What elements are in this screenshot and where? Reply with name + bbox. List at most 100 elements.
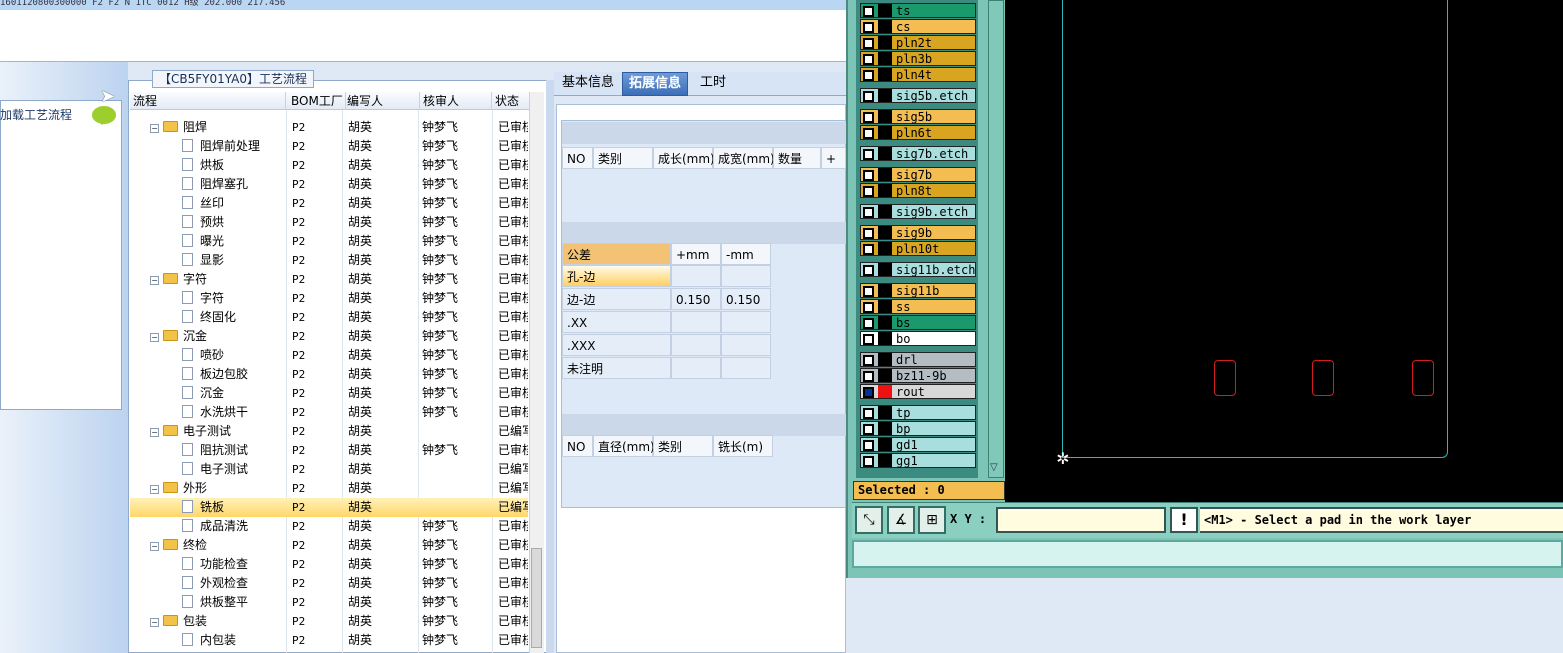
layer-checkbox[interactable] — [863, 355, 874, 366]
tolerance-plus-value[interactable] — [671, 357, 721, 379]
grid1-header-length[interactable]: 成长(mm) — [653, 147, 715, 169]
tolerance-plus-value[interactable] — [671, 334, 721, 356]
layer-color-swatch[interactable] — [878, 226, 892, 239]
layer-item[interactable]: sig11b — [860, 283, 976, 298]
layer-color-swatch[interactable] — [878, 20, 892, 33]
tree-row[interactable]: 曝光 P2 胡英 钟梦飞 已审核 — [130, 232, 528, 251]
tolerance-minus-value[interactable] — [721, 357, 771, 379]
layer-checkbox[interactable] — [863, 265, 874, 276]
layer-color-swatch[interactable] — [878, 385, 892, 398]
tolerance-row-label[interactable]: 未注明 — [562, 357, 671, 379]
tree-row[interactable]: 预烘 P2 胡英 钟梦飞 已审核 — [130, 213, 528, 232]
layer-checkbox[interactable] — [863, 387, 874, 398]
layer-item[interactable]: sig7b — [860, 167, 976, 182]
layer-item[interactable]: sig9b.etch — [860, 204, 976, 219]
layer-color-swatch[interactable] — [878, 184, 892, 197]
layer-checkbox[interactable] — [863, 54, 874, 65]
layer-item[interactable]: bp — [860, 421, 976, 436]
top-grid-selected-row[interactable]: 1601120800300000 F2 F2 N 1TC 0012 H级 202… — [0, 0, 850, 10]
grid1-header-width[interactable]: 成宽(mm) — [713, 147, 775, 169]
layer-item[interactable]: bo — [860, 331, 976, 346]
tree-row[interactable]: −电子测试 P2 胡英 已编写 — [130, 422, 528, 441]
layer-checkbox[interactable] — [863, 170, 874, 181]
layer-color-swatch[interactable] — [878, 68, 892, 81]
layer-color-swatch[interactable] — [878, 316, 892, 329]
tolerance-minus-value[interactable] — [721, 311, 771, 333]
layer-color-swatch[interactable] — [878, 126, 892, 139]
layer-checkbox[interactable] — [863, 408, 874, 419]
col-header-status[interactable]: 状态 — [492, 92, 532, 110]
tab-basic-info[interactable]: 基本信息 — [556, 72, 620, 96]
layer-item[interactable]: drl — [860, 352, 976, 367]
layer-color-swatch[interactable] — [878, 332, 892, 345]
tolerance-minus-value[interactable] — [721, 265, 771, 287]
tab-extended-info[interactable]: 拓展信息 — [622, 72, 689, 96]
tree-row[interactable]: 功能检查 P2 胡英 钟梦飞 已审核 — [130, 555, 528, 574]
layer-color-swatch[interactable] — [878, 4, 892, 17]
tolerance-minus-value[interactable]: 0.150 — [721, 288, 771, 310]
layer-color-swatch[interactable] — [878, 242, 892, 255]
layer-checkbox[interactable] — [863, 424, 874, 435]
layer-checkbox[interactable] — [863, 70, 874, 81]
layer-color-swatch[interactable] — [878, 454, 892, 467]
layer-checkbox[interactable] — [863, 244, 874, 255]
expand-icon[interactable]: − — [150, 428, 159, 437]
rout-pad[interactable] — [1312, 360, 1334, 396]
layer-color-swatch[interactable] — [878, 168, 892, 181]
tree-row[interactable]: 丝印 P2 胡英 钟梦飞 已审核 — [130, 194, 528, 213]
layer-checkbox[interactable] — [863, 22, 874, 33]
layer-checkbox[interactable] — [863, 128, 874, 139]
grid-snap-icon[interactable]: ⊞ — [918, 506, 946, 534]
layer-color-swatch[interactable] — [878, 369, 892, 382]
layer-checkbox[interactable] — [863, 371, 874, 382]
layer-checkbox[interactable] — [863, 149, 874, 160]
grid3-header-no[interactable]: NO — [562, 435, 593, 457]
col-header-reviewer[interactable]: 核审人 — [420, 92, 492, 110]
layer-checkbox[interactable] — [863, 302, 874, 313]
layer-color-swatch[interactable] — [878, 284, 892, 297]
layer-item[interactable]: pln10t — [860, 241, 976, 256]
tolerance-row-label[interactable]: .XXX — [562, 334, 671, 356]
tolerance-row-label[interactable]: .XX — [562, 311, 671, 333]
tree-row[interactable]: 铣板 P2 胡英 已编写 — [130, 498, 528, 517]
expand-icon[interactable]: − — [150, 333, 159, 342]
layer-color-swatch[interactable] — [878, 36, 892, 49]
tree-row[interactable]: 显影 P2 胡英 钟梦飞 已审核 — [130, 251, 528, 270]
tolerance-plus-value[interactable] — [671, 265, 721, 287]
tree-row[interactable]: −外形 P2 胡英 已编写 — [130, 479, 528, 498]
layer-checkbox[interactable] — [863, 207, 874, 218]
layer-scrollbar[interactable] — [988, 0, 1004, 478]
rout-pad[interactable] — [1412, 360, 1434, 396]
layer-item[interactable]: tp — [860, 405, 976, 420]
rout-pad[interactable] — [1214, 360, 1236, 396]
layer-item[interactable]: sig5b — [860, 109, 976, 124]
layer-item[interactable]: sig5b.etch — [860, 88, 976, 103]
layer-item[interactable]: ts — [860, 3, 976, 18]
layer-item[interactable]: pln2t — [860, 35, 976, 50]
layer-item[interactable]: pln6t — [860, 125, 976, 140]
expand-icon[interactable]: − — [150, 124, 159, 133]
layer-item[interactable]: bz11-9b — [860, 368, 976, 383]
tree-row[interactable]: 烘板 P2 胡英 钟梦飞 已审核 — [130, 156, 528, 175]
layer-checkbox[interactable] — [863, 112, 874, 123]
layer-checkbox[interactable] — [863, 286, 874, 297]
tolerance-plus-value[interactable] — [671, 311, 721, 333]
layer-checkbox[interactable] — [863, 440, 874, 451]
expand-icon[interactable]: − — [150, 485, 159, 494]
tree-row[interactable]: 成品清洗 P2 胡英 钟梦飞 已审核 — [130, 517, 528, 536]
xy-input[interactable] — [996, 507, 1166, 533]
tree-row[interactable]: 烘板整平 P2 胡英 钟梦飞 已审核 — [130, 593, 528, 612]
layer-item[interactable]: ss — [860, 299, 976, 314]
expand-icon[interactable]: − — [150, 276, 159, 285]
tree-row[interactable]: −阻焊 P2 胡英 钟梦飞 已审核 — [130, 118, 528, 137]
layer-item[interactable]: sig9b — [860, 225, 976, 240]
alert-icon[interactable]: ! — [1170, 507, 1198, 533]
layer-item[interactable]: pln8t — [860, 183, 976, 198]
layer-color-swatch[interactable] — [878, 353, 892, 366]
layer-color-swatch[interactable] — [878, 110, 892, 123]
grid1-header-category[interactable]: 类别 — [593, 147, 653, 169]
load-process-label[interactable]: 加载工艺流程 — [0, 106, 72, 123]
layer-item[interactable]: gd1 — [860, 437, 976, 452]
tree-row[interactable]: −终检 P2 胡英 钟梦飞 已审核 — [130, 536, 528, 555]
tolerance-minus-value[interactable] — [721, 334, 771, 356]
